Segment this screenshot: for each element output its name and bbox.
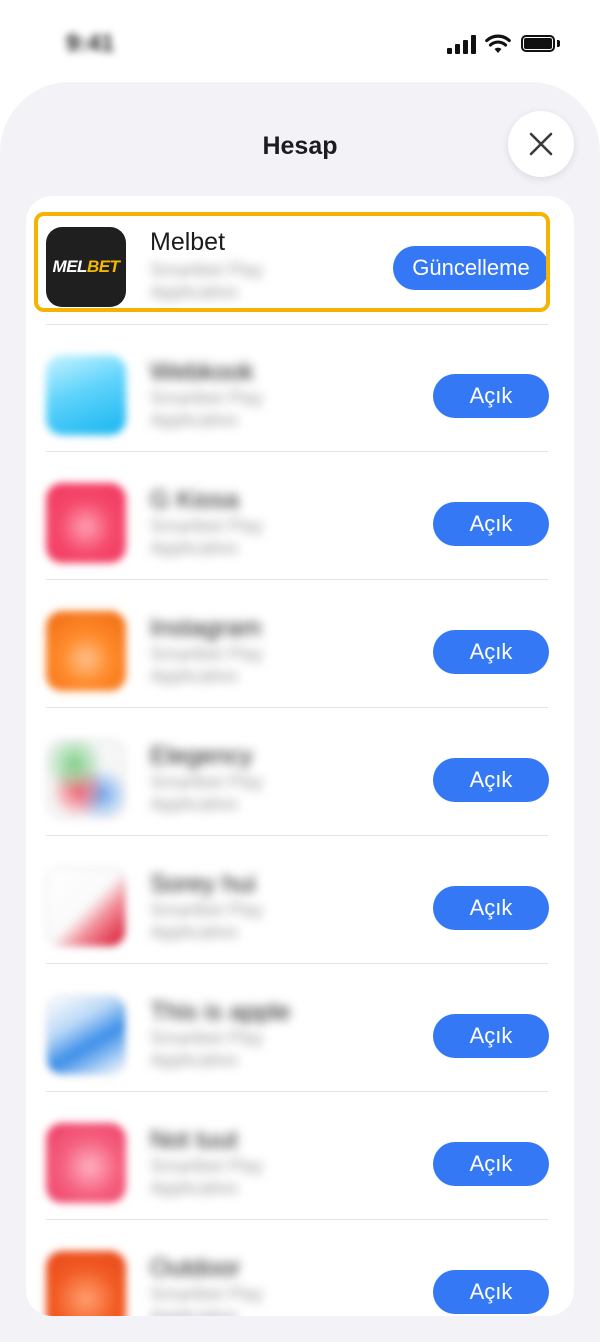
app-category: Application <box>150 538 239 558</box>
app-category: Application <box>150 1306 239 1316</box>
list-item[interactable]: This is apple Smartbet Play Application … <box>26 964 574 1092</box>
app-developer: Smartbet Play <box>150 388 264 408</box>
close-button[interactable] <box>508 111 574 177</box>
open-button[interactable]: Açık <box>433 1142 549 1186</box>
app-name: G Kiosa <box>150 486 239 514</box>
app-icon <box>46 611 126 691</box>
status-bar: 9:41 <box>0 0 600 90</box>
open-button[interactable]: Açık <box>433 374 549 418</box>
app-name: Not tuut <box>150 1126 238 1154</box>
app-developer: Smartbet Play <box>150 900 264 920</box>
app-category: Application <box>150 1050 239 1070</box>
app-name: Webkook <box>150 358 254 386</box>
app-developer: Smartbet Play <box>150 1284 264 1304</box>
open-button[interactable]: Açık <box>433 1014 549 1058</box>
app-category: Application <box>150 1178 239 1198</box>
app-icon <box>46 1251 126 1316</box>
app-developer: Smartbet Play <box>150 1028 264 1048</box>
status-time: 9:41 <box>66 30 115 57</box>
open-button[interactable]: Açık <box>433 630 549 674</box>
open-button[interactable]: Açık <box>433 1270 549 1314</box>
app-category: Application <box>150 794 239 814</box>
app-category: Application <box>150 922 239 942</box>
app-category: Application <box>150 666 239 686</box>
open-button[interactable]: Açık <box>433 886 549 930</box>
app-name: Sorey hui <box>150 870 256 898</box>
open-button[interactable]: Açık <box>433 502 549 546</box>
battery-icon <box>521 35 563 55</box>
account-sheet: Hesap MEL BET Melbet Smartbet Play Applic… <box>0 82 600 1342</box>
list-item[interactable]: Instagram Smartbet Play Application Açık <box>26 580 574 708</box>
app-developer: Smartbet Play <box>150 644 264 664</box>
app-name: Elegency <box>150 742 253 770</box>
divider <box>46 324 548 325</box>
close-icon <box>529 132 553 156</box>
app-name: Instagram <box>150 614 262 642</box>
wifi-icon <box>485 34 511 53</box>
app-name: This is apple <box>150 998 291 1026</box>
app-icon <box>46 995 126 1075</box>
app-icon <box>46 739 126 819</box>
highlight-frame <box>34 212 550 312</box>
app-developer: Smartbet Play <box>150 1156 264 1176</box>
list-item[interactable]: Not tuut Smartbet Play Application Açık <box>26 1092 574 1220</box>
cellular-signal-icon <box>447 35 477 54</box>
app-category: Application <box>150 410 239 430</box>
app-icon <box>46 867 126 947</box>
app-icon <box>46 355 126 435</box>
list-item[interactable]: Elegency Smartbet Play Application Açık <box>26 708 574 836</box>
app-name: Outdoor <box>150 1254 241 1282</box>
list-item[interactable]: Outdoor Smartbet Play Application Açık <box>26 1220 574 1316</box>
list-item[interactable]: Webkook Smartbet Play Application Açık <box>26 324 574 452</box>
app-developer: Smartbet Play <box>150 516 264 536</box>
list-item[interactable]: G Kiosa Smartbet Play Application Açık <box>26 452 574 580</box>
app-icon <box>46 1123 126 1203</box>
app-developer: Smartbet Play <box>150 772 264 792</box>
open-button[interactable]: Açık <box>433 758 549 802</box>
app-icon <box>46 483 126 563</box>
list-item[interactable]: Sorey hui Smartbet Play Application Açık <box>26 836 574 964</box>
app-list: MEL BET Melbet Smartbet Play Application … <box>26 196 574 1316</box>
